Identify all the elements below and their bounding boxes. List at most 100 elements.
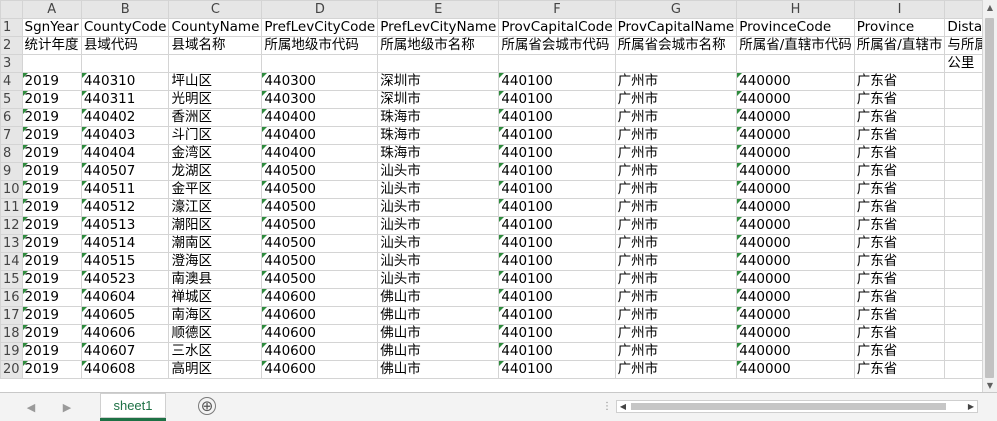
cell[interactable]: 440100 <box>499 361 615 379</box>
cell[interactable]: 汕头市 <box>378 217 499 235</box>
cell[interactable]: 广东省 <box>854 307 945 325</box>
cell[interactable]: 广州市 <box>615 91 737 109</box>
cell[interactable]: 所属省会城市名称 <box>615 37 737 55</box>
cell[interactable]: 2019 <box>22 271 81 289</box>
cell[interactable]: 440100 <box>499 163 615 181</box>
cell[interactable]: 440500 <box>262 217 378 235</box>
cell[interactable]: 440404 <box>81 145 169 163</box>
cell[interactable]: 珠海市 <box>378 145 499 163</box>
cell[interactable]: 2019 <box>22 199 81 217</box>
cell[interactable]: 440500 <box>262 181 378 199</box>
cell[interactable]: 440000 <box>737 181 855 199</box>
cell[interactable]: 广州市 <box>615 307 737 325</box>
cell[interactable]: 2019 <box>22 163 81 181</box>
cell[interactable]: 广东省 <box>854 343 945 361</box>
cell[interactable]: 440100 <box>499 217 615 235</box>
cell[interactable]: 440512 <box>81 199 169 217</box>
cell[interactable]: 2019 <box>22 217 81 235</box>
cell[interactable]: 澄海区 <box>169 253 262 271</box>
cell[interactable]: 佛山市 <box>378 307 499 325</box>
cell[interactable]: 统计年度 <box>22 37 81 55</box>
cell[interactable]: 广东省 <box>854 199 945 217</box>
cell[interactable]: 广东省 <box>854 181 945 199</box>
cell[interactable]: 440100 <box>499 253 615 271</box>
cell[interactable]: 广东省 <box>854 145 945 163</box>
add-sheet-icon[interactable]: ⊕ <box>198 397 216 415</box>
row-header[interactable]: 19 <box>1 343 23 361</box>
cell[interactable]: 汕头市 <box>378 163 499 181</box>
cell[interactable]: 2019 <box>22 109 81 127</box>
cell[interactable]: 2019 <box>22 307 81 325</box>
cell[interactable]: 佛山市 <box>378 325 499 343</box>
cell[interactable]: 440608 <box>81 361 169 379</box>
sheet-tab-sheet1[interactable]: sheet1 <box>100 393 166 421</box>
row-header[interactable]: 2 <box>1 37 23 55</box>
column-header[interactable]: D <box>262 1 378 19</box>
row-header[interactable]: 4 <box>1 73 23 91</box>
cell[interactable]: 珠海市 <box>378 109 499 127</box>
cell[interactable]: 440100 <box>499 145 615 163</box>
cell[interactable]: 440100 <box>499 181 615 199</box>
cell[interactable]: 440511 <box>81 181 169 199</box>
row-header[interactable]: 9 <box>1 163 23 181</box>
cell[interactable]: 广东省 <box>854 217 945 235</box>
cell[interactable]: 440100 <box>499 199 615 217</box>
cell[interactable]: 440000 <box>737 289 855 307</box>
cell[interactable]: 禅城区 <box>169 289 262 307</box>
cell[interactable]: 2019 <box>22 127 81 145</box>
cell[interactable]: 440300 <box>262 73 378 91</box>
cell[interactable]: 南海区 <box>169 307 262 325</box>
cell[interactable]: 440100 <box>499 91 615 109</box>
cell[interactable] <box>854 55 945 73</box>
horizontal-scrollbar[interactable]: ◀ ▶ <box>616 400 978 413</box>
cell[interactable]: 2019 <box>22 73 81 91</box>
cell[interactable]: 广东省 <box>854 289 945 307</box>
column-header[interactable]: E <box>378 1 499 19</box>
cell[interactable]: 2019 <box>22 343 81 361</box>
cell[interactable]: 广州市 <box>615 109 737 127</box>
cell[interactable]: 440400 <box>262 127 378 145</box>
cell[interactable]: 440000 <box>737 91 855 109</box>
cell[interactable]: 汕头市 <box>378 181 499 199</box>
cell[interactable]: 440100 <box>499 271 615 289</box>
cell[interactable]: ProvinceCode <box>737 19 855 37</box>
cell[interactable]: 顺德区 <box>169 325 262 343</box>
cell[interactable]: 440403 <box>81 127 169 145</box>
cell[interactable]: 广东省 <box>854 73 945 91</box>
cell[interactable]: 440310 <box>81 73 169 91</box>
cell[interactable]: 2019 <box>22 91 81 109</box>
cell[interactable]: 广东省 <box>854 127 945 145</box>
column-header[interactable]: F <box>499 1 615 19</box>
cell[interactable]: 广州市 <box>615 343 737 361</box>
cell[interactable]: 440523 <box>81 271 169 289</box>
cell[interactable]: 金平区 <box>169 181 262 199</box>
cell[interactable]: 深圳市 <box>378 73 499 91</box>
cell[interactable]: 2019 <box>22 289 81 307</box>
cell[interactable]: 2019 <box>22 181 81 199</box>
cell[interactable]: 2019 <box>22 235 81 253</box>
cell[interactable]: 440000 <box>737 127 855 145</box>
cell[interactable]: 440600 <box>262 307 378 325</box>
cell[interactable]: 所属地级市代码 <box>262 37 378 55</box>
cell[interactable]: 广东省 <box>854 361 945 379</box>
cell[interactable]: 广州市 <box>615 73 737 91</box>
cell-table[interactable]: ABCDEFGHIJKLM 1SgnYearCountyCodeCountyNa… <box>0 0 997 379</box>
cell[interactable]: PrefLevCityName <box>378 19 499 37</box>
cell[interactable] <box>615 55 737 73</box>
tab-split-handle-icon[interactable]: ⋮ <box>602 401 613 412</box>
cell[interactable]: ProvCapitalName <box>615 19 737 37</box>
cell[interactable]: 440000 <box>737 235 855 253</box>
cell[interactable] <box>499 55 615 73</box>
cell[interactable]: CountyName <box>169 19 262 37</box>
vertical-scroll-thumb[interactable] <box>985 18 994 378</box>
cell[interactable]: 440507 <box>81 163 169 181</box>
cell[interactable]: 龙湖区 <box>169 163 262 181</box>
row-header[interactable]: 8 <box>1 145 23 163</box>
row-header[interactable]: 3 <box>1 55 23 73</box>
cell[interactable]: 440000 <box>737 253 855 271</box>
cell[interactable]: ProvCapitalCode <box>499 19 615 37</box>
cell[interactable]: 佛山市 <box>378 361 499 379</box>
cell[interactable]: 广州市 <box>615 163 737 181</box>
cell[interactable]: 广东省 <box>854 91 945 109</box>
cell[interactable]: 440000 <box>737 361 855 379</box>
